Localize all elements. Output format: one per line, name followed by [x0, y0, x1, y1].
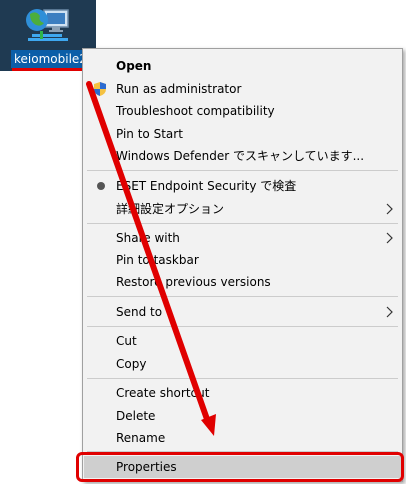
menu-item-label: Open: [116, 59, 152, 73]
context-menu: Open Run as administrator Troubleshoot c…: [82, 48, 403, 482]
menu-item-pin-to-taskbar[interactable]: Pin to taskbar: [84, 249, 401, 271]
menu-item-label: Windows Defender でスキャンしています...: [116, 149, 365, 163]
menu-item-label: Pin to Start: [116, 127, 183, 141]
properties-highlight-annotation: [76, 452, 404, 482]
chevron-right-icon: [386, 306, 393, 318]
chevron-right-icon: [386, 232, 393, 244]
menu-item-cut[interactable]: Cut: [84, 330, 401, 352]
menu-item-label: Pin to taskbar: [116, 253, 199, 267]
menu-separator: [87, 296, 398, 297]
menu-item-advanced-options[interactable]: 詳細設定オプション: [84, 198, 401, 220]
menu-item-label: Cut: [116, 334, 137, 348]
menu-separator: [87, 223, 398, 224]
menu-item-label: 詳細設定オプション: [116, 202, 225, 216]
label-underline-annotation: [12, 68, 90, 71]
radio-dot-icon: [97, 182, 105, 190]
menu-item-label: Troubleshoot compatibility: [116, 104, 275, 118]
menu-item-create-shortcut[interactable]: Create shortcut: [84, 382, 401, 404]
network-globe-icon: [26, 9, 69, 41]
menu-item-windows-defender-scan[interactable]: Windows Defender でスキャンしています...: [84, 145, 401, 167]
menu-item-open[interactable]: Open: [84, 55, 401, 77]
menu-item-label: Create shortcut: [116, 386, 210, 400]
menu-item-label: Share with: [116, 231, 180, 245]
menu-item-eset-scan[interactable]: ESET Endpoint Security で検査: [84, 175, 401, 197]
menu-item-label: Send to: [116, 305, 163, 319]
menu-separator: [87, 326, 398, 327]
menu-item-share-with[interactable]: Share with: [84, 227, 401, 249]
shortcut-label: keiomobile2: [11, 50, 90, 68]
menu-item-label: Rename: [116, 431, 166, 445]
uac-shield-icon: [94, 82, 106, 96]
menu-item-label: Run as administrator: [116, 82, 242, 96]
menu-item-troubleshoot-compatibility[interactable]: Troubleshoot compatibility: [84, 100, 401, 122]
menu-separator: [87, 170, 398, 171]
menu-item-copy[interactable]: Copy: [84, 353, 401, 375]
menu-item-label: ESET Endpoint Security で検査: [116, 179, 297, 193]
menu-item-delete[interactable]: Delete: [84, 405, 401, 427]
menu-item-label: Delete: [116, 409, 156, 423]
menu-item-restore-previous-versions[interactable]: Restore previous versions: [84, 271, 401, 293]
menu-item-run-as-administrator[interactable]: Run as administrator: [84, 78, 401, 100]
menu-separator: [87, 378, 398, 379]
chevron-right-icon: [386, 203, 393, 215]
menu-item-label: Copy: [116, 357, 147, 371]
menu-item-label: Restore previous versions: [116, 275, 271, 289]
menu-item-rename[interactable]: Rename: [84, 427, 401, 449]
menu-item-send-to[interactable]: Send to: [84, 301, 401, 323]
menu-item-pin-to-start[interactable]: Pin to Start: [84, 123, 401, 145]
